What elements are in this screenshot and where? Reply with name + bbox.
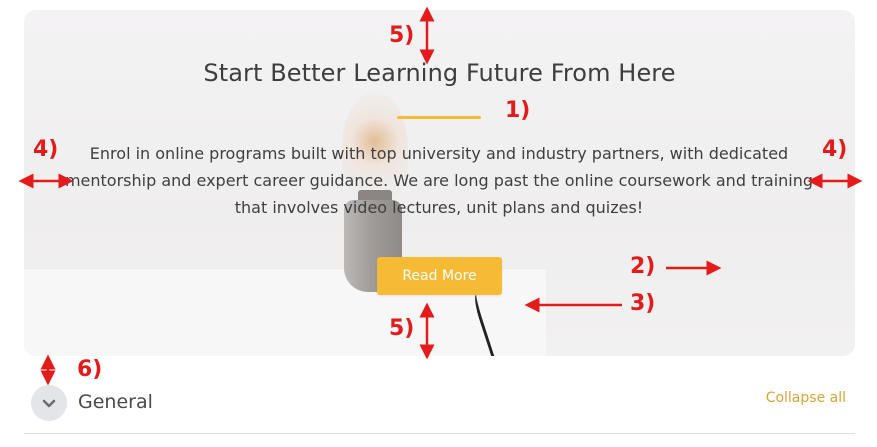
- title-underline: [397, 116, 481, 119]
- section-divider: [24, 433, 855, 434]
- read-more-button[interactable]: Read More: [377, 257, 502, 295]
- annotation-label-5-top: 5): [389, 23, 415, 48]
- section-toggle-button[interactable]: [31, 385, 67, 421]
- annotation-label-6: 6): [77, 357, 103, 382]
- section-title[interactable]: General: [78, 391, 153, 413]
- annotation-label-1: 1): [505, 98, 531, 123]
- hero-title: Start Better Learning Future From Here: [203, 59, 676, 87]
- annotation-label-3: 3): [630, 291, 656, 316]
- annotation-label-4-left: 4): [33, 137, 59, 162]
- collapse-all-link[interactable]: Collapse all: [766, 390, 846, 406]
- hero-description: Enrol in online programs built with top …: [64, 144, 814, 217]
- annotation-label-5-bottom: 5): [389, 316, 415, 341]
- annotation-label-4-right: 4): [822, 137, 848, 162]
- chevron-down-icon: [42, 399, 56, 408]
- hero-banner: Start Better Learning Future From Here E…: [24, 10, 855, 356]
- annotation-label-2: 2): [630, 254, 656, 279]
